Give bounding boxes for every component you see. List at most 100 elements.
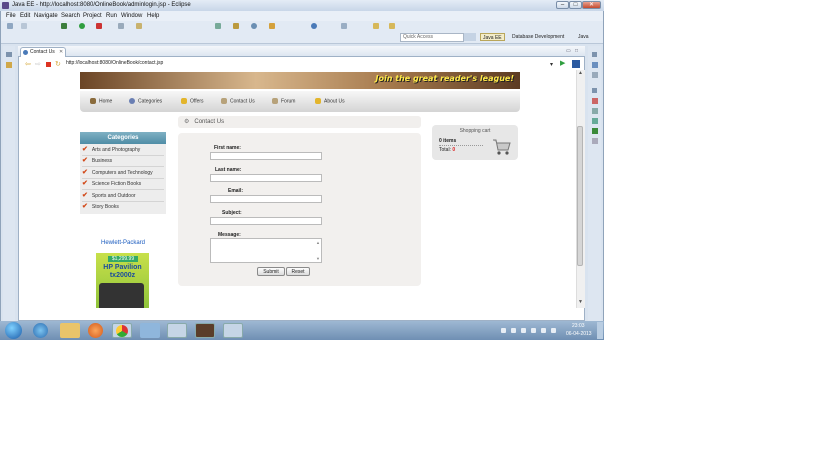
last-name-field[interactable] <box>210 174 322 182</box>
globe-icon[interactable] <box>311 23 317 29</box>
search-icon[interactable] <box>118 23 124 29</box>
ad-title[interactable]: Hewlett-Packard <box>88 240 158 246</box>
perspective-database-development[interactable]: Database Development <box>512 33 564 41</box>
server-icon[interactable] <box>215 23 221 29</box>
close-tab-icon[interactable]: ✕ <box>59 48 63 57</box>
shopping-cart-icon[interactable] <box>492 137 512 157</box>
textarea-scroll-down-icon[interactable]: ▼ <box>316 256 320 261</box>
nav-offers[interactable]: Offers <box>181 98 204 104</box>
first-name-field[interactable] <box>210 152 322 160</box>
menu-navigate[interactable]: Navigate <box>34 13 58 19</box>
eclipse-taskbar-icon[interactable] <box>195 323 215 338</box>
file-explorer-icon[interactable] <box>60 323 80 338</box>
menu-run[interactable]: Run <box>106 13 117 19</box>
category-item[interactable]: ✔ Sports and Outdoor <box>82 191 164 202</box>
show-desktop-button[interactable] <box>597 322 603 339</box>
clock-date[interactable]: 06-04-2013 <box>566 331 592 337</box>
show-hidden-icons-icon[interactable] <box>501 328 506 333</box>
chrome-icon[interactable] <box>112 323 132 338</box>
notes-icon[interactable] <box>140 323 160 338</box>
nav-categories-label: Categories <box>138 98 163 105</box>
message-textarea[interactable]: ▲ ▼ <box>210 238 322 263</box>
go-icon[interactable]: ▶ <box>560 60 565 67</box>
back-icon[interactable] <box>373 23 379 29</box>
run-icon[interactable] <box>79 23 85 29</box>
scrollbar-thumb[interactable] <box>577 126 583 266</box>
network-app-icon[interactable] <box>167 323 187 338</box>
open-perspective-icon[interactable] <box>464 33 476 41</box>
minimize-editor-icon[interactable]: ▭ <box>566 48 571 54</box>
perspective-java-ee[interactable]: Java EE <box>480 33 505 41</box>
web-browser-icon[interactable] <box>251 23 257 29</box>
reset-button[interactable]: Reset <box>286 267 310 276</box>
restore-right-2-icon[interactable] <box>592 88 597 93</box>
category-item[interactable]: ✔ Computers and Technology <box>82 168 164 179</box>
minimize-button[interactable]: – <box>556 1 569 9</box>
category-item[interactable]: ✔ Story Books <box>82 202 164 212</box>
tab-contact-us[interactable]: Contact Us ✕ <box>20 47 66 57</box>
start-button[interactable] <box>5 322 22 339</box>
save-icon[interactable] <box>21 23 27 29</box>
subject-field[interactable] <box>210 217 322 225</box>
scroll-up-icon[interactable]: ▲ <box>578 70 583 76</box>
forward-arrow-icon[interactable]: ⇨ <box>35 61 41 68</box>
properties-icon[interactable] <box>592 108 598 114</box>
nav-contact-us-label: Contact Us <box>230 98 255 105</box>
checkmark-icon: ✔ <box>82 146 88 153</box>
power-icon[interactable] <box>551 328 556 333</box>
submit-button[interactable]: Submit <box>257 267 285 276</box>
maximize-button[interactable]: □ <box>569 1 582 9</box>
restore-right-icon[interactable] <box>592 52 597 57</box>
network-icon[interactable] <box>531 328 536 333</box>
menu-window[interactable]: Window <box>121 13 142 19</box>
menu-edit[interactable]: Edit <box>20 13 30 19</box>
task-list-icon[interactable] <box>592 72 598 78</box>
scroll-down-icon[interactable]: ▼ <box>578 299 583 305</box>
quick-access-input[interactable]: Quick Access <box>400 33 464 42</box>
menu-project[interactable]: Project <box>83 13 102 19</box>
close-button[interactable]: ✕ <box>582 1 601 9</box>
annotation-icon[interactable] <box>341 23 347 29</box>
tray-flag-icon[interactable] <box>511 328 516 333</box>
menu-help[interactable]: Help <box>147 13 159 19</box>
category-item[interactable]: ✔ Arts and Photography <box>82 145 164 156</box>
markers-icon[interactable] <box>592 98 598 104</box>
textarea-scroll-up-icon[interactable]: ▲ <box>316 240 320 245</box>
nav-contact-us[interactable]: Contact Us <box>221 98 255 104</box>
nav-home[interactable]: Home <box>90 98 112 104</box>
debug-icon[interactable] <box>61 23 67 29</box>
stop-icon[interactable] <box>46 62 51 67</box>
browser-menu-icon[interactable] <box>572 60 580 68</box>
external-tools-icon[interactable] <box>96 23 102 29</box>
menu-search[interactable]: Search <box>61 13 80 19</box>
menu-file[interactable]: File <box>6 13 16 19</box>
package-explorer-icon[interactable] <box>6 62 12 68</box>
servers-icon[interactable] <box>592 118 598 124</box>
email-field[interactable] <box>210 195 322 203</box>
new-icon[interactable] <box>7 23 13 29</box>
data-source-icon[interactable] <box>592 128 598 134</box>
back-arrow-icon[interactable]: ⇦ <box>25 61 31 68</box>
package-icon[interactable] <box>233 23 239 29</box>
nav-about-us[interactable]: About Us <box>315 98 345 104</box>
refresh-icon[interactable]: ↻ <box>55 61 61 68</box>
internet-explorer-icon[interactable] <box>33 323 48 338</box>
nav-forum[interactable]: Forum <box>272 98 295 104</box>
nav-categories[interactable]: Categories <box>129 98 162 104</box>
paint-icon[interactable] <box>223 323 243 338</box>
tray-app-icon[interactable] <box>521 328 526 333</box>
perspective-java[interactable]: Java <box>578 33 589 41</box>
volume-icon[interactable] <box>541 328 546 333</box>
category-item[interactable]: ✔ Science Fiction Books <box>82 179 164 190</box>
category-item[interactable]: ✔ Business <box>82 156 164 167</box>
clock-time[interactable]: 23:03 <box>572 323 585 329</box>
outline-icon[interactable] <box>592 62 598 68</box>
snippets-icon[interactable] <box>592 138 598 144</box>
folder-icon[interactable] <box>269 23 275 29</box>
open-type-icon[interactable] <box>136 23 142 29</box>
url-input[interactable]: http://localhost:8080/OnlineBook/contact… <box>66 60 556 67</box>
maximize-editor-icon[interactable]: □ <box>575 48 578 54</box>
restore-icon[interactable] <box>6 52 12 57</box>
media-player-icon[interactable] <box>88 323 103 338</box>
forward-icon[interactable] <box>389 23 395 29</box>
